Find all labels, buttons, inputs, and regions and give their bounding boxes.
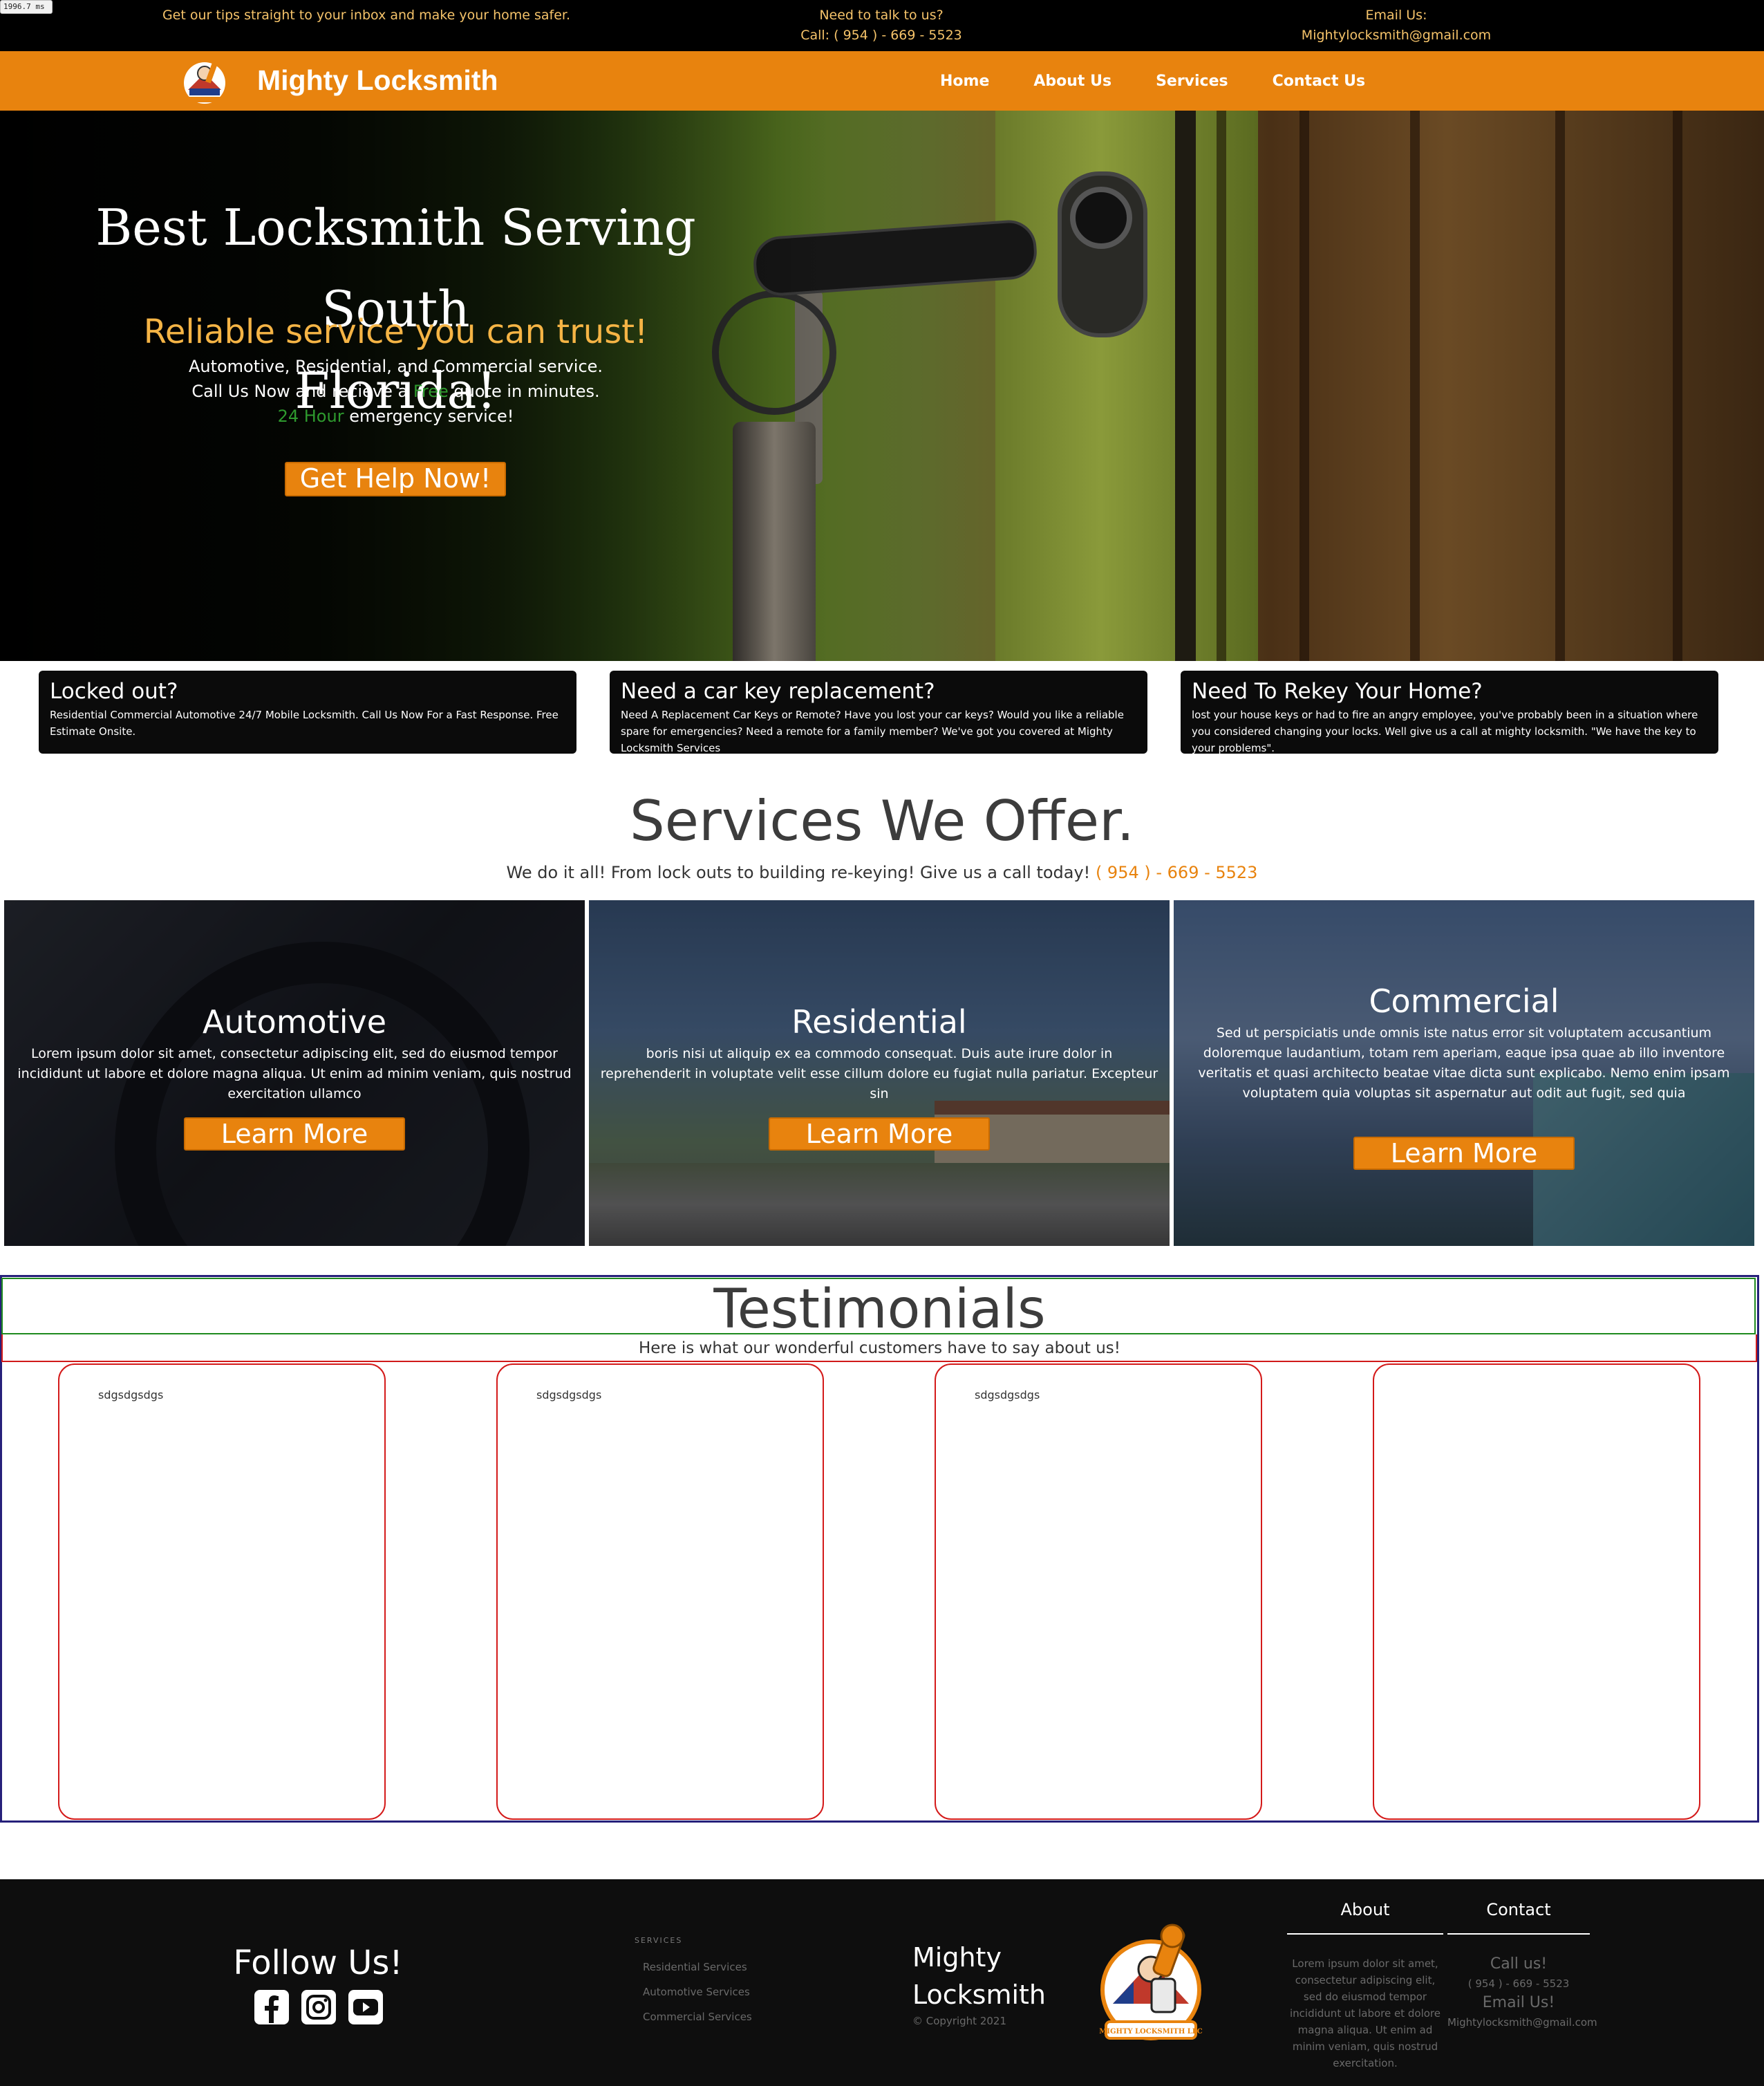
footer-brand-line1: Mighty: [912, 1942, 1002, 1973]
footer-about-text: Lorem ipsum dolor sit amet, consectetur …: [1290, 1957, 1441, 2069]
testimonial-card: sdgsdgsdgs: [935, 1363, 1262, 1820]
info-card-title: Locked out?: [50, 679, 178, 704]
info-card-car-key: Need a car key replacement? Need A Repla…: [610, 671, 1147, 754]
nav-home[interactable]: Home: [940, 73, 989, 90]
info-card-rekey: Need To Rekey Your Home? lost your house…: [1181, 671, 1718, 754]
facebook-icon[interactable]: [253, 1989, 290, 2026]
phone-contact[interactable]: Need to talk to us? Call: ( 954 ) - 669 …: [733, 6, 1030, 46]
brand-name[interactable]: Mighty Locksmith: [257, 61, 498, 100]
services-heading: Services We Offer.: [629, 789, 1135, 853]
info-card-title: Need To Rekey Your Home?: [1192, 679, 1483, 704]
footer-email[interactable]: Mightylocksmith@gmail.com: [1447, 2016, 1597, 2029]
newsletter-tip[interactable]: Get our tips straight to your inbox and …: [124, 6, 608, 26]
hero-emergency-line: 24 Hour emergency service!: [277, 407, 514, 426]
locksmith-logo-icon[interactable]: [178, 55, 231, 108]
testimonial-card: sdgsdgsdgs: [496, 1363, 824, 1820]
footer-about-heading: About: [1287, 1896, 1443, 1935]
service-description: Sed ut perspiciatis unde omnis iste natu…: [1198, 1025, 1730, 1101]
info-card-locked-out: Locked out? Residential Commercial Autom…: [39, 671, 576, 754]
youtube-icon[interactable]: [347, 1989, 384, 2026]
nav-contact-us[interactable]: Contact Us: [1273, 73, 1365, 90]
info-card-text: lost your house keys or had to fire an a…: [1192, 709, 1698, 754]
service-title: Commercial: [1369, 983, 1559, 1020]
service-description: Lorem ipsum dolor sit amet, consectetur …: [17, 1046, 572, 1101]
talk-label: Need to talk to us?: [819, 8, 944, 23]
services-phone-link[interactable]: ( 954 ) - 669 - 5523: [1096, 863, 1258, 882]
top-info-bar: Get our tips straight to your inbox and …: [0, 0, 1764, 51]
service-title: Automotive: [202, 1003, 387, 1041]
main-navbar: Mighty Locksmith Home About Us Services …: [0, 51, 1764, 111]
learn-more-automotive-button[interactable]: Learn More: [184, 1117, 405, 1151]
footer-email-label: Email Us!: [1482, 1994, 1555, 2011]
services-subheading: We do it all! From lock outs to building…: [506, 863, 1258, 882]
hero-lock-cylinder: [1070, 187, 1132, 249]
info-card-title: Need a car key replacement?: [621, 679, 935, 704]
testimonials-subheading: Here is what our wonderful customers hav…: [638, 1339, 1120, 1357]
learn-more-residential-button[interactable]: Learn More: [769, 1117, 990, 1151]
locksmith-badge-logo-icon: MIGHTY LOCKSMITH LLC: [1099, 1924, 1203, 2040]
nav-services[interactable]: Services: [1156, 73, 1228, 90]
hero-subtitle: Reliable service you can trust!: [143, 313, 648, 351]
testimonial-text: sdgsdgsdgs: [98, 1388, 164, 1401]
footer-link-automotive[interactable]: Automotive Services: [643, 1986, 750, 1998]
hero-wood-grain: [1673, 111, 1682, 661]
instagram-icon[interactable]: [300, 1989, 337, 2026]
hero-door-edge: [1175, 111, 1196, 661]
nav-about-us[interactable]: About Us: [1033, 73, 1111, 90]
hero-quote-line: Call Us Now and recieve a Free quote in …: [191, 382, 600, 401]
footer-services-heading: SERVICES: [635, 1936, 683, 1945]
free-highlight: Free: [413, 382, 449, 401]
service-card-residential: Residential boris nisi ut aliquip ex ea …: [589, 900, 1170, 1246]
service-description: boris nisi ut aliquip ex ea commodo cons…: [600, 1046, 1158, 1101]
testimonial-text: sdgsdgsdgs: [975, 1388, 1040, 1401]
info-card-text: Need A Replacement Car Keys or Remote? H…: [621, 709, 1124, 754]
get-help-button[interactable]: Get Help Now!: [285, 462, 506, 496]
info-card-text: Residential Commercial Automotive 24/7 M…: [50, 709, 559, 738]
follow-us-heading: Follow Us!: [233, 1944, 403, 1982]
hero-wood-grain: [1299, 111, 1309, 661]
learn-more-commercial-button[interactable]: Learn More: [1353, 1137, 1575, 1170]
site-footer: Follow Us! SERVICES Residential Services…: [0, 1879, 1764, 2086]
svg-text:MIGHTY LOCKSMITH LLC: MIGHTY LOCKSMITH LLC: [1099, 2028, 1203, 2036]
render-timer: 1996.7 ms: [0, 0, 53, 14]
footer-call-label: Call us!: [1490, 1955, 1548, 1973]
hero-wood-grain: [1410, 111, 1420, 661]
phone-number[interactable]: Call: ( 954 ) - 669 - 5523: [733, 26, 1030, 46]
email-address[interactable]: Mightylocksmith@gmail.com: [1223, 26, 1569, 46]
hero-service-types: Automotive, Residential, and Commercial …: [188, 357, 603, 376]
service-card-commercial: Commercial Sed ut perspiciatis unde omni…: [1174, 900, 1754, 1246]
email-contact[interactable]: Email Us: Mightylocksmith@gmail.com: [1223, 6, 1569, 46]
hero-banner: Best Locksmith Serving South Florida! Re…: [0, 111, 1764, 661]
testimonial-text: sdgsdgsdgs: [536, 1388, 602, 1401]
service-card-automotive: Automotive Lorem ipsum dolor sit amet, c…: [4, 900, 585, 1246]
hero-wood-grain: [1217, 111, 1226, 661]
testimonial-card: [1373, 1363, 1700, 1820]
service-title: Residential: [791, 1003, 967, 1041]
copyright: © Copyright 2021: [912, 2015, 1007, 2027]
testimonial-card: sdgsdgsdgs: [58, 1363, 386, 1820]
footer-link-commercial[interactable]: Commercial Services: [643, 2011, 752, 2023]
email-label: Email Us:: [1365, 8, 1427, 23]
footer-phone[interactable]: ( 954 ) - 669 - 5523: [1447, 1977, 1590, 1990]
footer-contact-heading: Contact: [1447, 1896, 1590, 1935]
social-links: [253, 1989, 394, 2026]
footer-link-residential[interactable]: Residential Services: [643, 1961, 747, 1973]
nav-links: Home About Us Services Contact Us: [940, 51, 1409, 111]
testimonials-heading: Testimonials: [713, 1278, 1046, 1341]
footer-brand: Mighty Locksmith: [912, 1939, 1046, 2013]
footer-brand-line2: Locksmith: [912, 1980, 1047, 2010]
hero-wood-grain: [1555, 111, 1565, 661]
hours-highlight: 24 Hour: [277, 407, 344, 426]
